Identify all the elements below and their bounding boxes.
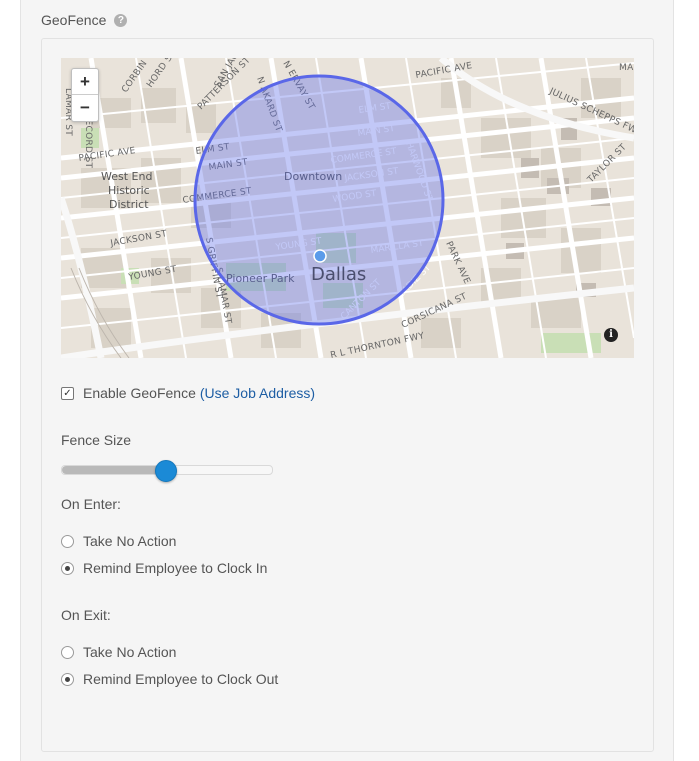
on-enter-radio-0[interactable]	[61, 534, 74, 548]
on-enter-option[interactable]: Remind Employee to Clock In	[61, 560, 267, 576]
svg-text:PARK AVE: PARK AVE	[443, 240, 471, 286]
geofence-circle[interactable]	[193, 74, 445, 326]
on-enter-option[interactable]: Take No Action	[61, 533, 176, 549]
job-location-marker[interactable]	[313, 249, 327, 263]
svg-text:West End: West End	[101, 170, 152, 183]
section-title: GeoFence	[41, 12, 107, 28]
page-container: GeoFence ? PACIFIC AVE JACKSON ST YOUNG …	[20, 0, 674, 761]
use-job-address-link[interactable]: (Use Job Address)	[200, 385, 315, 401]
svg-text:Historic: Historic	[108, 184, 150, 197]
question-circle-icon[interactable]: ?	[114, 13, 128, 27]
section-header: GeoFence ?	[41, 12, 128, 28]
on-enter-option-label: Take No Action	[83, 533, 177, 549]
on-exit-radio-1[interactable]	[61, 672, 74, 686]
svg-text:HORD ST: HORD ST	[145, 58, 178, 90]
slider-fill	[62, 466, 165, 474]
zoom-in-button[interactable]: +	[72, 69, 98, 95]
map-view[interactable]: PACIFIC AVE ELM ST MAIN ST COMMERCE ST J…	[61, 58, 634, 358]
info-icon[interactable]: i	[604, 328, 618, 342]
city-label: Dallas	[311, 264, 366, 285]
on-enter-option-label: Remind Employee to Clock In	[83, 560, 268, 576]
svg-text:MA: MA	[619, 63, 634, 73]
on-enter-radio-1[interactable]	[61, 561, 74, 575]
enable-geofence-row: ✓ Enable GeoFence (Use Job Address)	[61, 385, 315, 401]
on-exit-option[interactable]: Remind Employee to Clock Out	[61, 671, 278, 687]
on-exit-radio-0[interactable]	[61, 645, 74, 659]
fence-size-slider[interactable]	[61, 460, 273, 482]
zoom-out-button[interactable]: −	[72, 95, 98, 121]
enable-geofence-checkbox[interactable]: ✓	[61, 386, 74, 400]
enable-geofence-label: Enable GeoFence	[83, 385, 196, 401]
fence-size-label: Fence Size	[61, 432, 132, 448]
svg-text:District: District	[109, 198, 149, 211]
on-exit-option-label: Take No Action	[83, 644, 177, 660]
zoom-control: + −	[71, 68, 99, 122]
geofence-panel: PACIFIC AVE ELM ST MAIN ST COMMERCE ST J…	[41, 38, 654, 752]
slider-handle[interactable]	[154, 460, 177, 482]
map-canvas: PACIFIC AVE ELM ST MAIN ST COMMERCE ST J…	[61, 58, 634, 358]
on-enter-label: On Enter:	[61, 496, 121, 512]
on-exit-label: On Exit:	[61, 607, 111, 623]
on-exit-option-label: Remind Employee to Clock Out	[83, 671, 279, 687]
on-exit-option[interactable]: Take No Action	[61, 644, 176, 660]
